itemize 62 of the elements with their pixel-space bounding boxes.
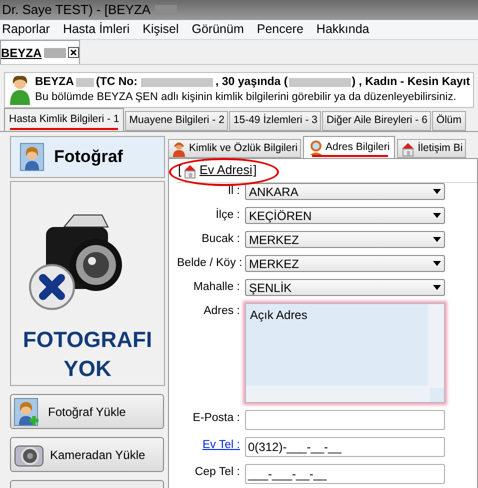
dropdown[interactable]: ANKARA (245, 183, 445, 200)
menu-item[interactable]: Hakkında (316, 20, 370, 39)
field-label: Adres : (202, 304, 240, 319)
no-photo-text: FOTOGRAFI YOK (22, 326, 154, 383)
dropdown-arrow-icon (433, 285, 441, 290)
close-icon[interactable] (68, 47, 79, 58)
tab[interactable]: Hasta Kimlik Bilgileri - 1 (4, 108, 124, 131)
bracket: [ (178, 162, 182, 180)
field-label: Belde / Köy : (177, 256, 240, 271)
tab[interactable]: Muayene Bilgileri - 2 (125, 111, 228, 131)
field-label: Bucak : (200, 232, 240, 247)
menu-item[interactable]: Kişisel (142, 20, 179, 39)
dropdown-arrow-icon (433, 261, 441, 266)
group-title: Ev Adresi (199, 162, 252, 180)
dropdown[interactable]: KEÇİÖREN (245, 207, 445, 224)
menu-item[interactable]: Raporlar (2, 20, 50, 39)
menu-item[interactable]: Pencere (256, 20, 304, 39)
patient-age: , 30 yaşında ( (216, 75, 288, 90)
field-label: Cep Tel : (194, 465, 240, 480)
tab[interactable]: Kimlik ve Özlük Bilgileri (168, 139, 301, 158)
tab[interactable]: Ölüm (432, 111, 466, 131)
redacted-text (44, 48, 66, 58)
text-field[interactable]: 0(312)-___-__-__ (245, 437, 445, 457)
dropdown-arrow-icon (433, 237, 441, 242)
photo-button[interactable]: Kameradan Yükle (10, 437, 164, 472)
redacted-text (76, 78, 94, 87)
dropdown[interactable]: ŞENLİK (245, 279, 445, 296)
id-label: (TC No: (96, 75, 138, 90)
redacted-text (288, 78, 351, 87)
person-icon (171, 140, 187, 156)
text-field[interactable] (245, 410, 445, 430)
search-icon (308, 140, 324, 156)
bracket: ] (253, 162, 257, 180)
field-label: İlçe : (214, 207, 240, 223)
dropdown[interactable]: MERKEZ (245, 231, 445, 248)
address-textarea[interactable]: Açık Adres (245, 303, 445, 403)
dropdown[interactable]: MERKEZ (245, 255, 445, 272)
field-label: E-Posta : (192, 411, 240, 426)
redacted-text (140, 78, 212, 87)
dropdown-arrow-icon (433, 213, 441, 218)
field-label: Mahalle : (192, 280, 240, 295)
tab[interactable]: Diğer Aile Bireyleri - 6 (322, 111, 432, 131)
redacted-text (154, 5, 177, 15)
tab[interactable]: İletişim Bi (396, 139, 466, 158)
field-label-link[interactable]: Ev Tel : (177, 437, 240, 454)
patient-name: BEYZA (35, 75, 74, 90)
document-tab-label: BEYZA (1, 44, 42, 62)
person-icon (9, 75, 31, 105)
photo-button[interactable]: Fotoğraf Yükle (10, 394, 164, 429)
photo-panel-title: Fotoğraf (54, 146, 123, 168)
tab[interactable]: 15-49 İzlemleri - 3 (229, 111, 322, 131)
text-field[interactable]: ___-___-__-__ (245, 464, 445, 484)
patient-description: Bu bölümde BEYZA ŞEN adlı kişinin kimlik bilgilerini görebilir ya da düzenleyebilirsiniz. (35, 90, 458, 105)
tab[interactable]: Adres Bilgileri (302, 136, 395, 158)
patient-summary: ) , Kadın - Kesin Kayıt (352, 75, 470, 90)
window-title: Dr. Saye TEST) - [BEYZA (2, 1, 151, 20)
menu-item[interactable]: Hasta İmleri (62, 20, 130, 39)
dropdown-arrow-icon (433, 189, 441, 194)
document-tab[interactable]: BEYZA (0, 40, 80, 64)
menu-item[interactable]: Görünüm (192, 20, 244, 39)
user-portrait-icon (20, 143, 44, 171)
house-icon (182, 162, 198, 178)
